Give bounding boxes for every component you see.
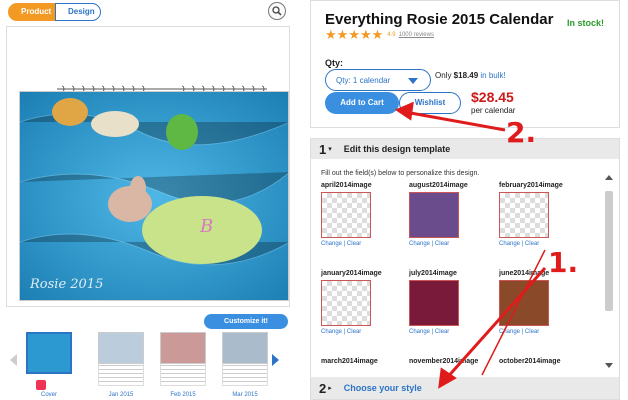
field-change-clear-links[interactable]: Change | Clear (409, 241, 479, 247)
step-number: 1 (319, 141, 327, 157)
thumbnail-image (160, 332, 206, 364)
star-icon: ★ (336, 27, 349, 42)
thumbnail-mar[interactable]: Mar 2015 (222, 332, 268, 398)
field-image-photo[interactable] (409, 280, 459, 326)
selected-check-icon (36, 380, 46, 390)
thumbnail-strip: Cover Jan 2015 Feb 2015 Mar 2015 (8, 330, 288, 400)
scroll-up-icon[interactable] (605, 175, 613, 180)
thumbnail-cover[interactable]: Cover (26, 332, 72, 398)
step-1-header[interactable]: 1 ▾ Edit this design template (311, 139, 619, 159)
calendar-cover-photo: B Rosie 2015 (19, 91, 289, 301)
step-number: 2 (319, 380, 327, 396)
template-field: january2014image Change | Clear (321, 270, 391, 350)
field-name: august2014image (409, 182, 468, 189)
thumbnail-image (98, 332, 144, 364)
field-name: october2014image (499, 358, 561, 365)
field-change-clear-links[interactable]: Change | Clear (321, 241, 391, 247)
rating-stars[interactable]: ★ ★ ★ ★ ★ 4.9 1000 reviews (325, 27, 434, 42)
zoom-button[interactable] (268, 2, 286, 20)
qty-label: Qty: (325, 58, 343, 68)
field-change-clear-links[interactable]: Change | Clear (499, 329, 569, 335)
tab-design[interactable]: Design (55, 3, 101, 21)
bulk-prefix: Only (435, 71, 454, 80)
price: $28.45 (471, 89, 514, 105)
bulk-price-note: Only $18.49 in bulk! (435, 71, 506, 80)
scroll-thumb[interactable] (605, 191, 613, 311)
step-title: Choose your style (343, 383, 422, 393)
price-unit: per calendar (471, 106, 516, 115)
template-field: june2014image Change | Clear (499, 270, 569, 350)
template-field: august2014image Change | Clear (409, 182, 479, 262)
template-field: october2014image (499, 358, 569, 378)
field-change-clear-links[interactable]: Change | Clear (409, 329, 479, 335)
add-to-cart-button[interactable]: Add to Cart (325, 92, 399, 114)
template-field: april2014image Change | Clear (321, 182, 391, 262)
field-name: march2014image (321, 358, 378, 365)
wishlist-button[interactable]: Wishlist (399, 92, 461, 114)
star-icon: ★ (371, 27, 384, 42)
field-image-placeholder[interactable] (321, 280, 371, 326)
magnifier-icon (272, 6, 282, 16)
field-name: february2014image (499, 182, 563, 189)
product-info-panel: Everything Rosie 2015 Calendar In stock!… (310, 0, 620, 128)
qty-select-value: Qty: 1 calendar (336, 75, 391, 85)
rating-value: 4.9 (387, 32, 396, 38)
editor-scrollbar[interactable] (603, 167, 615, 381)
scroll-down-icon[interactable] (605, 363, 613, 368)
field-image-placeholder[interactable] (321, 192, 371, 238)
bulk-price: $18.49 (453, 71, 479, 80)
star-icon: ★ (325, 27, 337, 42)
chevron-right-icon: ▸ (328, 385, 332, 392)
field-name: january2014image (321, 270, 382, 277)
thumbnail-image (222, 332, 268, 364)
template-field: july2014image Change | Clear (409, 270, 479, 350)
chevron-down-icon: ▾ (328, 146, 332, 153)
field-name: july2014image (409, 270, 457, 277)
qty-select[interactable]: Qty: 1 calendar (325, 69, 431, 91)
bulk-link[interactable]: in bulk! (478, 71, 505, 80)
field-image-placeholder[interactable] (499, 192, 549, 238)
field-image-photo[interactable] (409, 192, 459, 238)
thumbnail-label: Mar 2015 (232, 392, 258, 398)
stock-status: In stock! (567, 18, 605, 28)
thumbnail-prev-arrow-icon[interactable] (10, 354, 17, 366)
thumbnail-label: Jan 2015 (108, 392, 134, 398)
annotation-step-1: 1. (548, 246, 579, 279)
product-title: Everything Rosie 2015 Calendar (325, 11, 554, 28)
field-name: april2014image (321, 182, 372, 189)
thumbnail-label: Feb 2015 (170, 392, 196, 398)
thumbnail-image (26, 332, 72, 374)
step-title: Edit this design template (343, 144, 451, 154)
photo-signature: Rosie 2015 (30, 277, 104, 292)
star-icon: ★ (359, 27, 372, 42)
template-field: march2014image (321, 358, 391, 378)
thumbnail-jan[interactable]: Jan 2015 (98, 332, 144, 398)
template-field: november2014image (409, 358, 479, 378)
customize-button[interactable]: Customize it! (204, 314, 288, 329)
reviews-link[interactable]: 1000 reviews (399, 32, 434, 38)
product-design-toggle: Product Design (8, 3, 101, 21)
thumbnail-feb[interactable]: Feb 2015 (160, 332, 206, 398)
thumbnail-next-arrow-icon[interactable] (272, 354, 279, 366)
cover-photo-art: B (20, 92, 288, 300)
thumbnail-label: Cover (40, 392, 57, 398)
tab-product[interactable]: Product (8, 3, 56, 21)
field-image-photo[interactable] (499, 280, 549, 326)
chevron-down-icon (408, 78, 418, 84)
field-name: november2014image (409, 358, 479, 365)
product-preview: B Rosie 2015 (6, 26, 290, 307)
step-2-header[interactable]: 2 ▸ Choose your style (311, 377, 619, 399)
instructions: Fill out the field(s) below to personali… (321, 170, 480, 177)
svg-text:B: B (199, 216, 213, 237)
field-change-clear-links[interactable]: Change | Clear (321, 329, 391, 335)
star-icon: ★ (348, 27, 360, 42)
thumbnail-calendar-grid (98, 364, 144, 386)
thumbnail-calendar-grid (222, 364, 268, 386)
thumbnail-calendar-grid (160, 364, 206, 386)
annotation-step-2: 2. (506, 116, 537, 149)
